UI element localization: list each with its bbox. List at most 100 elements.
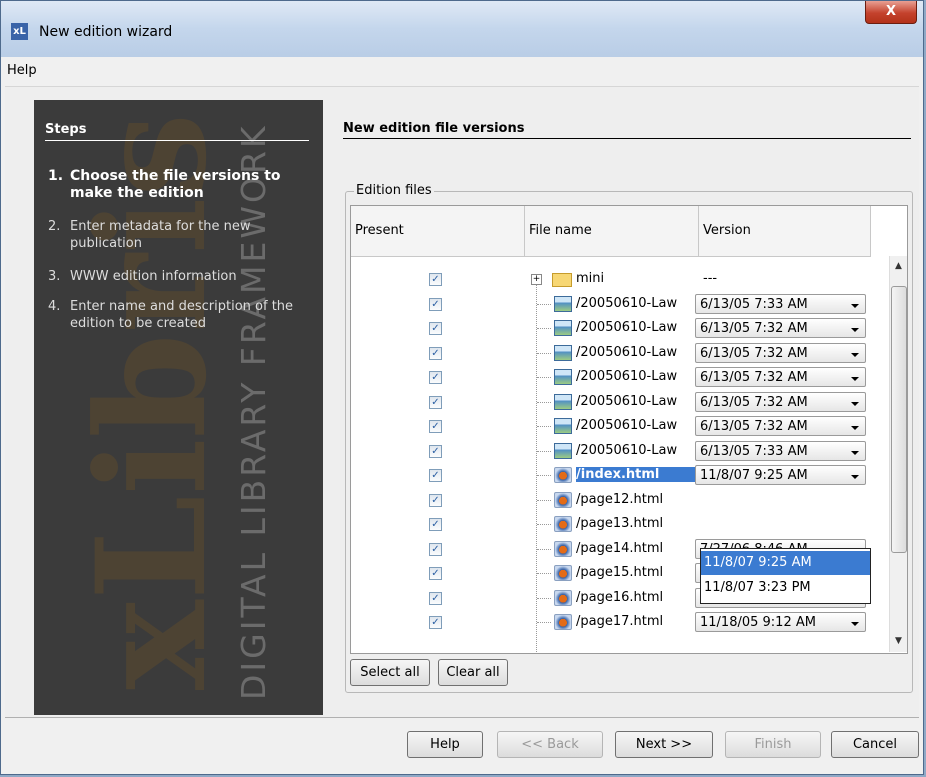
version-select[interactable]: 6/13/05 7:33 AM <box>695 293 866 314</box>
table-row[interactable]: ✓ /20050610-Law 6/13/05 7:33 AM <box>351 293 871 317</box>
table-row[interactable]: ✓ /20050610-Law 6/13/05 7:32 AM <box>351 415 871 439</box>
tree-branch <box>537 303 551 305</box>
version-dropdown-list[interactable]: 11/8/07 9:25 AM 11/8/07 3:23 PM <box>700 548 871 604</box>
file-name[interactable]: /20050610-Law <box>576 443 696 458</box>
chevron-down-icon[interactable] <box>851 475 859 479</box>
close-icon[interactable]: X <box>865 1 917 24</box>
version-value: 6/13/05 7:32 AM <box>700 419 808 434</box>
back-button[interactable]: << Back <box>497 731 603 758</box>
present-checkbox[interactable]: ✓ <box>429 493 442 507</box>
table-row[interactable]: ✓ /page17.html 11/18/05 9:12 AM <box>351 611 871 635</box>
chevron-down-icon[interactable] <box>851 426 859 430</box>
version-text: --- <box>703 271 718 286</box>
file-name[interactable]: /20050610-Law <box>576 394 696 409</box>
present-checkbox[interactable]: ✓ <box>429 469 442 482</box>
step-text: WWW edition information <box>70 269 237 284</box>
file-name[interactable]: /20050610-Law <box>576 418 696 433</box>
table-row[interactable]: ✓ /20050610-Law 6/13/05 7:32 AM <box>351 342 871 366</box>
chevron-down-icon[interactable] <box>851 622 859 626</box>
chevron-down-icon[interactable] <box>851 303 859 308</box>
version-select[interactable]: 6/13/05 7:32 AM <box>695 416 866 436</box>
file-name[interactable]: /page16.html <box>576 590 696 605</box>
image-file-icon <box>554 393 572 410</box>
file-name[interactable]: /index.html <box>576 467 696 482</box>
file-name[interactable]: /20050610-Law <box>576 369 696 384</box>
file-name[interactable]: /page15.html <box>576 565 696 580</box>
version-select[interactable]: 6/13/05 7:33 AM <box>695 440 866 461</box>
next-button[interactable]: Next >> <box>615 731 713 758</box>
present-checkbox[interactable]: ✓ <box>429 273 442 286</box>
file-name[interactable]: /page14.html <box>576 541 696 556</box>
table-row[interactable]: ✓ /20050610-Law 6/13/05 7:32 AM <box>351 366 871 390</box>
present-checkbox[interactable]: ✓ <box>429 346 442 360</box>
version-select[interactable]: 6/13/05 7:32 AM <box>695 318 866 338</box>
title-divider <box>343 138 911 139</box>
present-checkbox[interactable]: ✓ <box>429 420 442 433</box>
file-name[interactable]: mini <box>576 271 696 286</box>
table-row[interactable]: ✓ /index.html 11/8/07 9:25 AM <box>351 464 871 488</box>
chevron-down-icon[interactable] <box>851 450 859 455</box>
column-file-name[interactable]: File name <box>525 206 699 256</box>
cancel-button[interactable]: Cancel <box>831 731 919 758</box>
finish-button[interactable]: Finish <box>725 731 821 758</box>
version-select[interactable]: 11/8/07 9:25 AM <box>695 465 866 485</box>
page-title: New edition file versions <box>343 121 525 136</box>
html-file-icon <box>554 565 572 581</box>
version-select[interactable]: 6/13/05 7:32 AM <box>695 342 866 363</box>
present-checkbox[interactable]: ✓ <box>429 444 442 458</box>
version-select[interactable]: 6/13/05 7:32 AM <box>695 391 866 412</box>
present-checkbox[interactable]: ✓ <box>429 322 442 335</box>
file-name[interactable]: /page13.html <box>576 516 696 531</box>
help-button[interactable]: Help <box>407 731 483 758</box>
wizard-content: xLibris DIGITAL LIBRARY FRAMEWORK Steps … <box>5 87 919 717</box>
version-value: 6/13/05 7:32 AM <box>700 345 808 361</box>
present-checkbox[interactable]: ✓ <box>429 616 442 629</box>
table-row[interactable]: ✓ /20050610-Law 6/13/05 7:32 AM <box>351 391 871 415</box>
menu-help[interactable]: Help <box>7 63 37 78</box>
present-checkbox[interactable]: ✓ <box>429 591 442 605</box>
present-checkbox[interactable]: ✓ <box>429 567 442 580</box>
present-checkbox[interactable]: ✓ <box>429 395 442 409</box>
present-checkbox[interactable]: ✓ <box>429 518 442 531</box>
clear-all-button[interactable]: Clear all <box>438 659 508 686</box>
html-file-icon <box>554 491 572 508</box>
scroll-down-icon[interactable]: ▼ <box>890 633 907 650</box>
column-version[interactable]: Version <box>699 206 871 256</box>
expand-icon[interactable]: + <box>531 274 542 285</box>
table-row[interactable]: ✓ /20050610-Law 6/13/05 7:33 AM <box>351 440 871 464</box>
file-name[interactable]: /20050610-Law <box>576 345 696 360</box>
table-scrollbar[interactable]: ▲ ▼ <box>889 256 907 652</box>
table-row[interactable]: ✓ /page12.html <box>351 489 871 513</box>
scroll-thumb[interactable] <box>891 286 907 553</box>
window-title: New edition wizard <box>39 24 173 40</box>
present-checkbox[interactable]: ✓ <box>429 297 442 311</box>
chevron-down-icon[interactable] <box>851 401 859 406</box>
html-file-icon <box>554 614 572 630</box>
chevron-down-icon[interactable] <box>851 377 859 381</box>
file-name[interactable]: /20050610-Law <box>576 320 696 335</box>
column-present[interactable]: Present <box>351 206 525 256</box>
chevron-down-icon[interactable] <box>851 352 859 357</box>
version-select[interactable]: 11/18/05 9:12 AM <box>695 612 866 632</box>
dropdown-option[interactable]: 11/8/07 3:23 PM <box>701 576 870 600</box>
tree-branch <box>537 597 551 599</box>
version-value: 6/13/05 7:32 AM <box>700 370 808 385</box>
tree-branch <box>537 548 551 550</box>
menu-bar: Help <box>5 57 919 87</box>
present-checkbox[interactable]: ✓ <box>429 371 442 384</box>
version-select[interactable]: 6/13/05 7:32 AM <box>695 367 866 387</box>
scroll-up-icon[interactable]: ▲ <box>890 258 907 275</box>
file-name[interactable]: /page12.html <box>576 492 696 507</box>
tree-branch <box>537 524 551 525</box>
file-name[interactable]: /page17.html <box>576 614 696 629</box>
table-row[interactable]: ✓ /page13.html <box>351 513 871 537</box>
select-all-button[interactable]: Select all <box>350 659 430 686</box>
file-name[interactable]: /20050610-Law <box>576 296 696 311</box>
tree-branch <box>537 328 551 329</box>
table-row[interactable]: ✓ /20050610-Law 6/13/05 7:32 AM <box>351 317 871 341</box>
table-row[interactable]: ✓ + mini --- <box>351 268 871 292</box>
chevron-down-icon[interactable] <box>851 328 859 332</box>
present-checkbox[interactable]: ✓ <box>429 542 442 556</box>
tree-branch <box>537 352 551 354</box>
dropdown-option[interactable]: 11/8/07 9:25 AM <box>701 551 870 575</box>
